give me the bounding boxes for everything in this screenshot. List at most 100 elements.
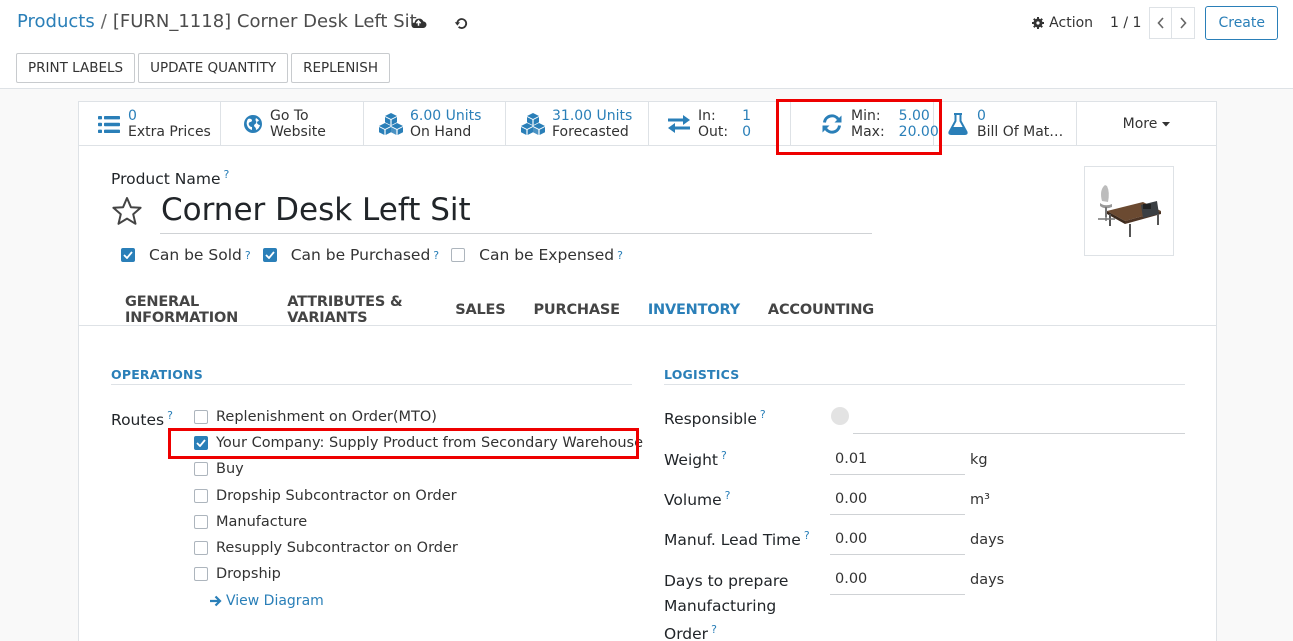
chevron-left-icon bbox=[1157, 17, 1164, 29]
help-icon: ? bbox=[711, 623, 717, 636]
route-item-secondary-warehouse[interactable]: Your Company: Supply Product from Second… bbox=[194, 435, 643, 451]
route-checkbox[interactable] bbox=[194, 436, 208, 450]
responsible-input[interactable] bbox=[853, 433, 1185, 434]
days-to-prepare-unit: days bbox=[970, 572, 1005, 588]
forecasted-stat-button[interactable]: 31.00 Units Forecasted bbox=[506, 102, 649, 146]
view-diagram-link[interactable]: View Diagram bbox=[209, 593, 324, 609]
help-icon: ? bbox=[724, 489, 731, 502]
flask-icon bbox=[945, 111, 971, 137]
min-max-stat-button[interactable]: Min: 5.00 Max: 20.00 bbox=[791, 102, 939, 146]
more-label: More bbox=[1122, 116, 1158, 132]
can-be-expensed-field[interactable]: Can be Expensed? bbox=[451, 246, 623, 264]
website-line1: Go To bbox=[270, 108, 309, 124]
out-value: 0 bbox=[742, 124, 752, 140]
manuf-lead-time-input[interactable]: 0.00 bbox=[830, 524, 965, 555]
route-checkbox[interactable] bbox=[194, 462, 208, 476]
forecasted-value: 31.00 Units bbox=[552, 108, 633, 124]
tab-general-information[interactable]: GENERAL INFORMATION bbox=[111, 294, 273, 326]
control-panel-right: Action 1 / 1 Create bbox=[1032, 6, 1278, 40]
help-icon: ? bbox=[617, 248, 623, 262]
create-button[interactable]: Create bbox=[1205, 6, 1278, 40]
refresh-icon bbox=[819, 111, 845, 137]
routes-label: Routes? bbox=[111, 409, 173, 429]
view-diagram-label: View Diagram bbox=[226, 593, 324, 609]
on-hand-value: 6.00 Units bbox=[410, 108, 482, 124]
check-icon bbox=[265, 251, 275, 259]
responsible-label: Responsible? bbox=[664, 408, 766, 428]
operations-section-divider bbox=[111, 384, 632, 385]
route-item-dropship[interactable]: Dropship bbox=[194, 566, 281, 582]
more-stat-button[interactable]: More bbox=[1077, 102, 1216, 146]
breadcrumb-products-link[interactable]: Products bbox=[17, 11, 95, 32]
can-be-expensed-checkbox[interactable] bbox=[451, 248, 466, 262]
route-item-dropship-subcontractor[interactable]: Dropship Subcontractor on Order bbox=[194, 488, 457, 504]
can-be-purchased-field[interactable]: Can be Purchased? bbox=[262, 246, 439, 264]
help-icon: ? bbox=[803, 529, 810, 542]
arrow-right-icon bbox=[210, 595, 222, 607]
manuf-lead-time-label: Manuf. Lead Time? bbox=[664, 529, 810, 549]
breadcrumb-current: [FURN_1118] Corner Desk Left Sit bbox=[112, 11, 417, 32]
replenish-button[interactable]: REPLENISH bbox=[291, 53, 390, 83]
action-menu[interactable]: Action bbox=[1032, 15, 1093, 31]
list-icon bbox=[96, 111, 122, 137]
notebook-tabs: GENERAL INFORMATION ATTRIBUTES & VARIANT… bbox=[111, 294, 888, 326]
print-labels-button[interactable]: PRINT LABELS bbox=[16, 53, 136, 83]
route-checkbox[interactable] bbox=[194, 489, 208, 503]
on-hand-stat-button[interactable]: 6.00 Units On Hand bbox=[364, 102, 506, 146]
bill-of-materials-stat-button[interactable]: 0 Bill Of Mat… bbox=[934, 102, 1077, 146]
route-item-resupply-subcontractor[interactable]: Resupply Subcontractor on Order bbox=[194, 540, 458, 556]
bom-label: Bill Of Mat… bbox=[977, 124, 1064, 140]
tab-sales[interactable]: SALES bbox=[441, 295, 519, 325]
discard-undo-icon[interactable] bbox=[452, 14, 470, 32]
weight-input[interactable]: 0.01 bbox=[830, 444, 965, 475]
go-to-website-stat-button[interactable]: Go To Website bbox=[221, 102, 364, 146]
route-item-buy[interactable]: Buy bbox=[194, 461, 244, 477]
favorite-star-icon[interactable] bbox=[111, 196, 143, 226]
header-button-row: PRINT LABELS UPDATE QUANTITY REPLENISH bbox=[16, 53, 390, 83]
volume-label: Volume? bbox=[664, 489, 731, 509]
pager-next-button[interactable] bbox=[1172, 7, 1196, 39]
in-out-stat-button[interactable]: In: 1 Out: 0 bbox=[649, 102, 791, 146]
route-item-manufacture[interactable]: Manufacture bbox=[194, 514, 307, 530]
pager-value[interactable]: 1 / 1 bbox=[1110, 15, 1141, 31]
days-to-prepare-input[interactable]: 0.00 bbox=[830, 564, 965, 595]
extra-prices-label: Extra Prices bbox=[128, 124, 211, 140]
logistics-section-divider bbox=[664, 384, 1185, 385]
can-be-sold-checkbox[interactable] bbox=[121, 248, 135, 262]
can-be-purchased-label: Can be Purchased bbox=[290, 246, 431, 264]
min-label: Min: bbox=[851, 108, 881, 124]
cubes-icon bbox=[520, 111, 546, 137]
forecasted-label: Forecasted bbox=[552, 124, 629, 140]
tab-purchase[interactable]: PURCHASE bbox=[520, 295, 634, 325]
route-checkbox[interactable] bbox=[194, 410, 208, 424]
pager-previous-button[interactable] bbox=[1149, 7, 1173, 39]
can-be-sold-field[interactable]: Can be Sold? bbox=[121, 246, 251, 264]
update-quantity-button[interactable]: UPDATE QUANTITY bbox=[138, 53, 289, 83]
route-checkbox[interactable] bbox=[194, 515, 208, 529]
can-be-purchased-checkbox[interactable] bbox=[262, 248, 277, 262]
control-panel: Products / [FURN_1118] Corner Desk Left Si… bbox=[0, 0, 1293, 89]
route-item-mto[interactable]: Replenishment on Order(MTO) bbox=[194, 409, 437, 425]
cloud-save-icon[interactable] bbox=[409, 14, 427, 32]
responsible-avatar bbox=[831, 407, 849, 425]
check-icon bbox=[196, 439, 206, 447]
route-label: Manufacture bbox=[216, 514, 308, 530]
tab-accounting[interactable]: ACCOUNTING bbox=[754, 295, 888, 325]
help-icon: ? bbox=[244, 248, 251, 262]
volume-unit: m³ bbox=[970, 492, 990, 508]
product-image[interactable] bbox=[1084, 166, 1174, 256]
website-line2: Website bbox=[270, 124, 326, 140]
product-name-input[interactable]: Corner Desk Left Sit bbox=[160, 192, 872, 234]
route-checkbox[interactable] bbox=[194, 567, 208, 581]
tab-attributes-variants[interactable]: ATTRIBUTES & VARIANTS bbox=[273, 294, 441, 326]
cubes-icon bbox=[378, 111, 404, 137]
operations-section-title: OPERATIONS bbox=[111, 367, 203, 382]
chevron-right-icon bbox=[1180, 17, 1188, 29]
product-flags: Can be Sold? Can be Purchased? Can be Ex… bbox=[121, 246, 623, 264]
volume-input[interactable]: 0.00 bbox=[830, 484, 965, 515]
tab-inventory[interactable]: INVENTORY bbox=[634, 295, 754, 325]
in-label: In: bbox=[698, 108, 716, 124]
out-label: Out: bbox=[698, 124, 729, 140]
route-checkbox[interactable] bbox=[194, 541, 208, 555]
extra-prices-stat-button[interactable]: 0 Extra Prices bbox=[79, 102, 221, 146]
